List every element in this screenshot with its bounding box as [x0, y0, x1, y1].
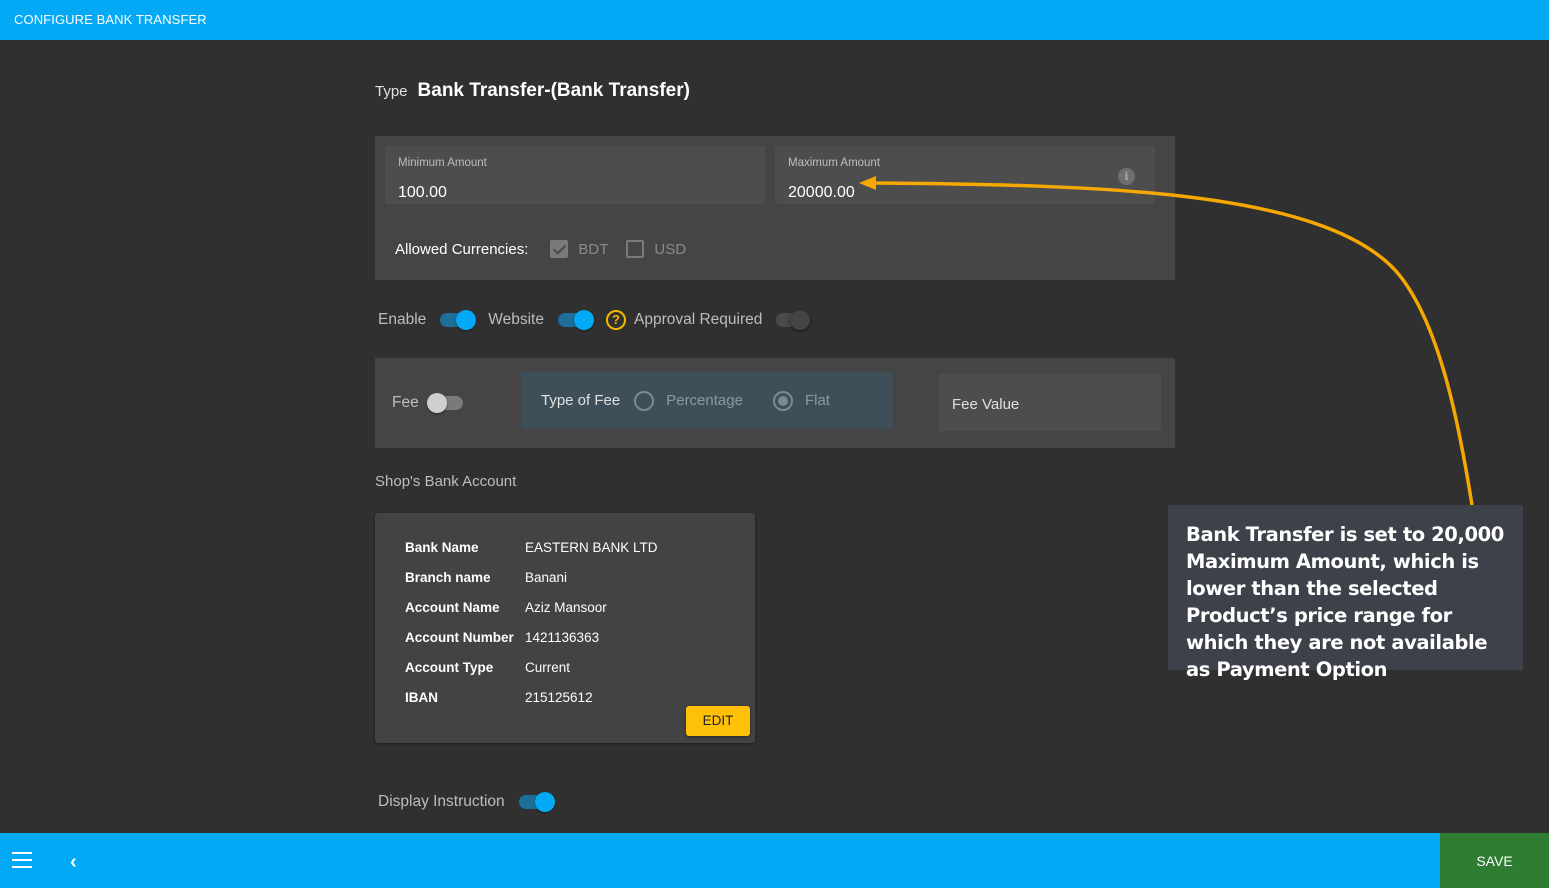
flat-radio[interactable] — [772, 390, 793, 411]
maximum-amount-label: Maximum Amount — [788, 157, 881, 169]
usd-label: USD — [654, 240, 687, 258]
bank-row-key: Account Number — [405, 630, 514, 645]
bdt-checkbox[interactable] — [550, 240, 569, 258]
bank-row-value: EASTERN BANK LTD — [525, 540, 658, 555]
website-toggle[interactable] — [556, 308, 594, 332]
status-toggles: Enable Website ? Approval Required — [378, 308, 824, 332]
display-instruction-label: Display Instruction — [378, 793, 505, 810]
type-of-fee-label: Type of Fee — [541, 392, 621, 409]
annotation-callout: Bank Transfer is set to 20,000 Maximum A… — [1168, 505, 1523, 681]
flat-label: Flat — [804, 392, 830, 409]
bank-row-value: 1421136363 — [525, 630, 600, 645]
bank-row: Account Number 1421136363 — [405, 630, 599, 645]
menu-icon[interactable] — [12, 852, 32, 868]
usd-checkbox[interactable] — [626, 240, 645, 258]
info-icon[interactable]: i — [1118, 168, 1135, 185]
bank-row-key: Bank Name — [405, 540, 479, 555]
type-label: Type — [375, 83, 408, 100]
page-title: CONFIGURE BANK TRANSFER — [14, 12, 207, 27]
fee-panel: Fee Type of Fee Percentage Flat Fee Valu… — [375, 358, 1175, 448]
minimum-amount-value: 100.00 — [398, 184, 447, 201]
type-value: Bank Transfer-(Bank Transfer) — [417, 80, 690, 101]
display-instruction-row: Display Instruction — [378, 790, 567, 814]
bank-row-value: Aziz Mansoor — [525, 600, 607, 615]
display-instruction-toggle[interactable] — [517, 790, 555, 814]
percentage-radio[interactable] — [634, 390, 655, 411]
bank-row: Branch name Banani — [405, 570, 567, 585]
edit-button[interactable]: EDIT — [686, 706, 750, 736]
type-row: Type Bank Transfer-(Bank Transfer) — [375, 80, 690, 102]
maximum-amount-field[interactable]: Maximum Amount 20000.00 i — [775, 146, 1155, 204]
bank-row-value: Banani — [525, 570, 568, 585]
allowed-currencies-label: Allowed Currencies: — [395, 240, 529, 258]
bank-account-card: Bank Name EASTERN BANK LTD Branch name B… — [375, 513, 755, 743]
approval-required-toggle[interactable] — [774, 308, 812, 332]
bdt-label: BDT — [578, 240, 609, 258]
minimum-amount-label: Minimum Amount — [398, 157, 487, 169]
bank-row-value: 215125612 — [525, 690, 593, 705]
bank-row-key: IBAN — [405, 690, 438, 705]
fee-label: Fee — [392, 394, 419, 411]
minimum-amount-field[interactable]: Minimum Amount 100.00 — [385, 146, 765, 204]
maximum-amount-value: 20000.00 — [788, 184, 855, 201]
help-icon[interactable]: ? — [605, 310, 626, 330]
enable-label: Enable — [378, 311, 427, 328]
fee-toggle[interactable] — [426, 391, 465, 415]
enable-toggle[interactable] — [438, 308, 477, 332]
top-app-bar: CONFIGURE BANK TRANSFER — [0, 0, 1549, 40]
bottom-bar: ‹ — [0, 833, 1549, 888]
type-of-fee-group: Type of Fee Percentage Flat — [521, 372, 893, 429]
bank-row: Account Name Aziz Mansoor — [405, 600, 607, 615]
bank-row-key: Branch name — [405, 570, 491, 585]
bank-row: Account Type Current — [405, 660, 570, 675]
amount-panel: Minimum Amount 100.00 Maximum Amount 200… — [375, 136, 1175, 280]
back-icon[interactable]: ‹ — [70, 851, 77, 874]
bank-row-key: Account Name — [405, 600, 500, 615]
bank-row-value: Current — [525, 660, 571, 675]
bank-row-key: Account Type — [405, 660, 494, 675]
fee-value-field[interactable]: Fee Value — [939, 374, 1161, 431]
fee-toggle-row: Fee — [392, 391, 477, 415]
fee-value-label: Fee Value — [952, 396, 1020, 413]
save-button[interactable]: SAVE — [1440, 833, 1549, 888]
bank-row: IBAN 215125612 — [405, 690, 593, 705]
website-label: Website — [488, 311, 544, 328]
bank-row: Bank Name EASTERN BANK LTD — [405, 540, 658, 555]
percentage-label: Percentage — [666, 392, 743, 409]
bank-account-title: Shop's Bank Account — [375, 473, 517, 490]
allowed-currencies: Allowed Currencies: BDT USD — [395, 240, 704, 258]
approval-required-label: Approval Required — [633, 311, 763, 328]
